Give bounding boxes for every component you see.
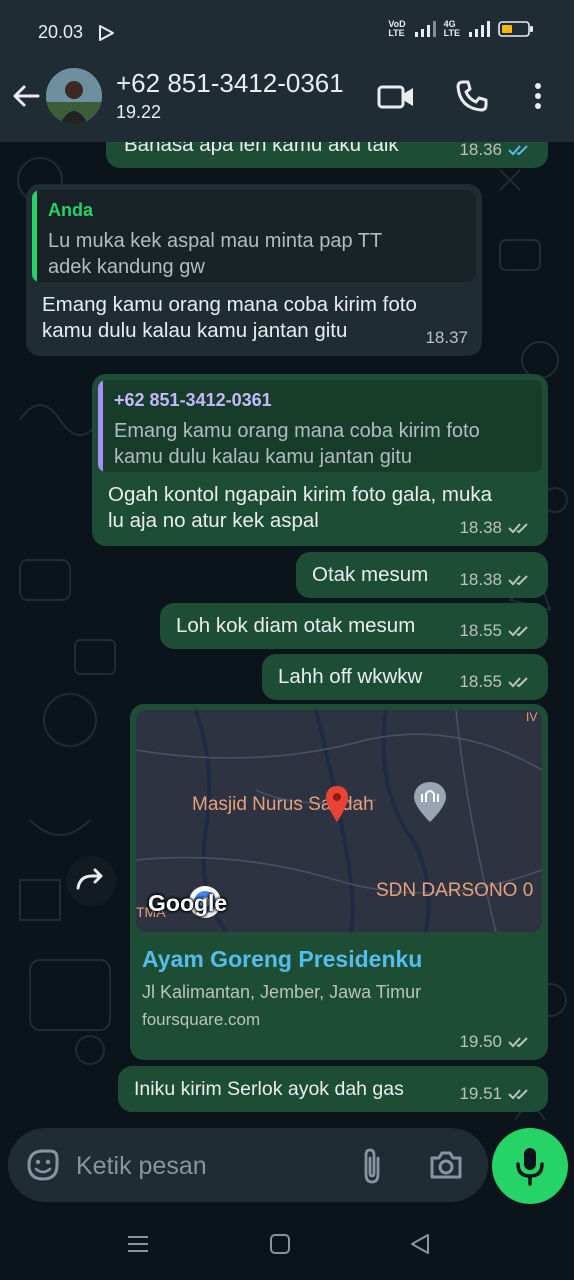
place-name[interactable]: Ayam Goreng Presidenku [142,946,422,973]
message-meta: 18.38 [459,570,534,590]
place-address: Jl Kalimantan, Jember, Jawa Timur [142,982,422,1002]
message-meta: 18.55 [459,621,534,641]
system-navigation-bar [0,1212,574,1280]
double-check-icon [508,575,528,586]
message-text: Lahh off wkwkw [278,665,423,688]
message-text: Bahasa apa len kamu aku taik [124,142,399,156]
camera-icon[interactable] [428,1148,464,1182]
back-nav-icon[interactable] [408,1232,432,1256]
message-time: 18.36 [459,142,502,159]
quoted-message[interactable]: +62 851-3412-0361 Emang kamu orang mana … [98,380,542,472]
map-label-corner: IV [526,710,538,724]
message-text: Ogah kontol ngapain kirim foto gala, muk… [108,483,493,532]
double-check-icon [508,523,528,534]
message-time: 19.50 [459,1032,502,1051]
contact-name[interactable]: +62 851-3412-0361 [116,68,344,99]
play-store-icon [99,25,114,41]
quoted-message[interactable]: Anda Lu muka kek aspal mau minta pap TT … [32,190,476,282]
message-bubble-outgoing[interactable]: +62 851-3412-0361 Emang kamu orang mana … [92,374,548,546]
google-logo: Google [148,890,228,916]
recents-nav-icon[interactable] [126,1232,150,1256]
attach-icon[interactable] [358,1146,386,1186]
double-check-icon [508,677,528,688]
avatar[interactable] [46,68,102,124]
avatar-image [46,68,102,124]
signal-icon-2 [469,21,490,37]
quote-bar [98,380,103,472]
message-meta: 18.38 [459,518,534,538]
message-bubble-outgoing[interactable]: Loh kok diam otak mesum 18.55 [160,603,548,649]
message-time: 18.55 [459,621,502,640]
chat-header: +62 851-3412-0361 19.22 [0,60,574,142]
double-check-icon [508,626,528,637]
message-text: Emang kamu orang mana coba kirim foto ka… [42,293,417,342]
message-meta: 18.37 [425,328,468,348]
message-text: Iniku kirim Serlok ayok dah gas [134,1078,404,1100]
video-call-icon[interactable] [376,80,416,114]
message-text: Loh kok diam otak mesum [176,614,416,637]
message-time: 19.51 [459,1084,502,1103]
forward-icon [76,868,103,890]
status-indicators: VoD LTE 4G LTE [388,20,534,38]
arrow-back-icon[interactable] [10,80,42,112]
message-bubble-incoming[interactable]: Anda Lu muka kek aspal mau minta pap TT … [26,184,482,356]
double-check-icon [508,1037,528,1048]
status-time: 20.03 [38,22,84,42]
quote-text: Lu muka kek aspal mau minta pap TT adek … [48,230,383,278]
message-bubble-outgoing[interactable]: Lahh off wkwkw 18.55 [262,654,548,700]
forward-button[interactable] [66,856,116,906]
mosque-marker-icon [414,782,446,822]
quote-sender: Anda [48,200,93,220]
contact-last-seen: 19.22 [116,102,162,122]
mic-icon [516,1148,544,1186]
signal-icon [414,21,436,37]
location-message[interactable]: Masjid Nurus Saadah SDN DARSONO 0 IV TMA… [130,704,548,1060]
double-check-icon [508,145,528,156]
message-composer [8,1128,488,1202]
message-input[interactable] [74,1146,348,1186]
place-source: foursquare.com [142,1010,261,1029]
mic-button[interactable] [492,1128,568,1204]
status-bar: 20.03 VoD LTE 4G LTE [0,0,574,60]
phone-icon[interactable] [454,78,490,114]
message-meta: 19.51 [459,1084,534,1104]
message-meta: 18.36 [459,142,534,160]
more-vert-icon[interactable] [528,78,548,114]
quote-bar [32,190,37,282]
map-label-school: SDN DARSONO 0 [376,880,534,901]
battery-icon [498,21,533,37]
message-time: 18.37 [425,328,468,347]
message-bubble-outgoing[interactable]: Bahasa apa len kamu aku taik 18.36 [106,142,548,168]
map-pin-icon [326,786,348,822]
message-meta: 19.50 [459,1032,534,1052]
message-list: Bahasa apa len kamu aku taik 18.36 Anda … [0,142,574,1122]
message-time: 18.55 [459,672,502,691]
message-time: 18.38 [459,518,502,537]
volte-indicator: VoD LTE [388,19,406,38]
quote-sender: +62 851-3412-0361 [114,390,272,410]
quote-text: Emang kamu orang mana coba kirim foto ka… [114,420,480,468]
message-bubble-outgoing[interactable]: Iniku kirim Serlok ayok dah gas 19.51 [118,1066,548,1112]
message-meta: 18.55 [459,672,534,692]
home-nav-icon[interactable] [268,1232,292,1256]
message-bubble-outgoing[interactable]: Otak mesum 18.38 [296,552,548,598]
map-preview[interactable]: Masjid Nurus Saadah SDN DARSONO 0 IV TMA… [136,710,542,932]
double-check-icon [508,1089,528,1100]
message-text: Otak mesum [312,563,429,586]
network-indicator: 4G LTE [443,19,460,38]
emoji-icon[interactable] [26,1148,60,1182]
message-time: 18.38 [459,570,502,589]
